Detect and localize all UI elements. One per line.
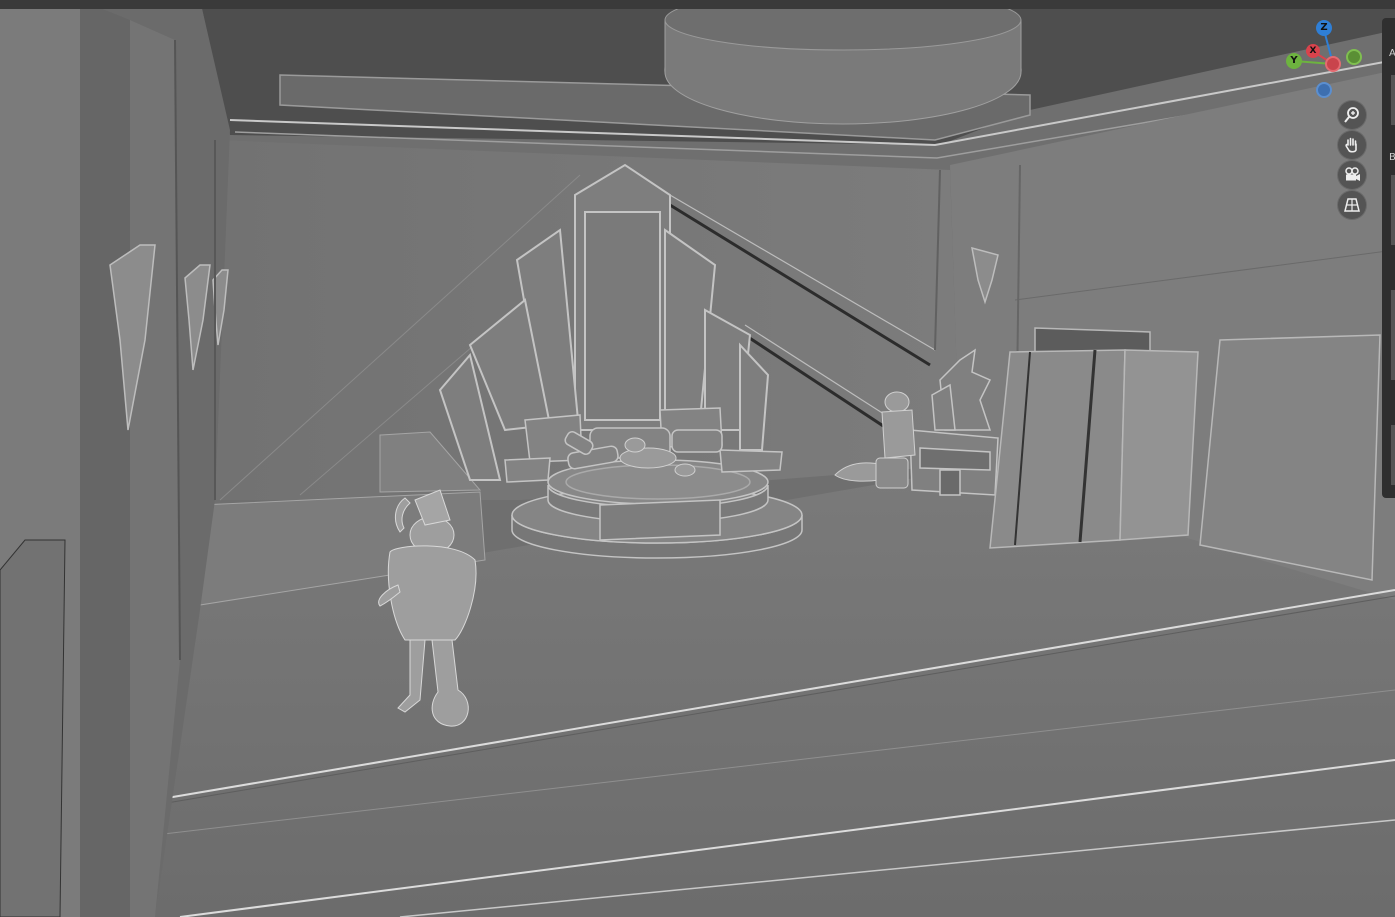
gizmo-x-axis[interactable]: X xyxy=(1306,44,1320,58)
3d-viewport[interactable]: Z Y X A B xyxy=(0,0,1395,917)
sidebar-tab-seg[interactable] xyxy=(1391,175,1395,245)
sidebar-tab-seg[interactable] xyxy=(1391,425,1395,485)
gizmo-neg-y-axis[interactable] xyxy=(1346,49,1362,65)
scene-render xyxy=(0,0,1395,917)
gizmo-neg-x-axis[interactable] xyxy=(1325,56,1341,72)
navigation-gizmo[interactable]: Z Y X xyxy=(1280,16,1370,106)
gizmo-y-axis[interactable]: Y xyxy=(1286,53,1302,69)
zoom-icon xyxy=(1344,107,1359,123)
round-stage xyxy=(511,459,803,559)
sidebar-tab-seg[interactable] xyxy=(1391,75,1395,125)
pan-button[interactable] xyxy=(1338,131,1366,159)
gizmo-x-label: X xyxy=(1309,46,1317,56)
camera-view-button[interactable] xyxy=(1338,161,1366,189)
grid-perspective-icon xyxy=(1344,198,1360,212)
sidebar-tab-b[interactable]: B xyxy=(1389,152,1395,163)
sidebar-tab-seg[interactable] xyxy=(1391,290,1395,380)
camera-icon xyxy=(1345,167,1360,181)
hand-icon xyxy=(1345,137,1357,153)
gizmo-y-label: Y xyxy=(1290,55,1298,66)
gizmo-neg-z-axis[interactable] xyxy=(1316,82,1332,98)
gizmo-z-label: Z xyxy=(1320,22,1328,33)
sidebar-tab-a[interactable]: A xyxy=(1389,48,1395,59)
perspective-toggle-button[interactable] xyxy=(1338,191,1366,219)
gizmo-z-axis[interactable]: Z xyxy=(1316,20,1332,36)
zoom-button[interactable] xyxy=(1338,101,1366,129)
header-strip xyxy=(0,0,1395,9)
